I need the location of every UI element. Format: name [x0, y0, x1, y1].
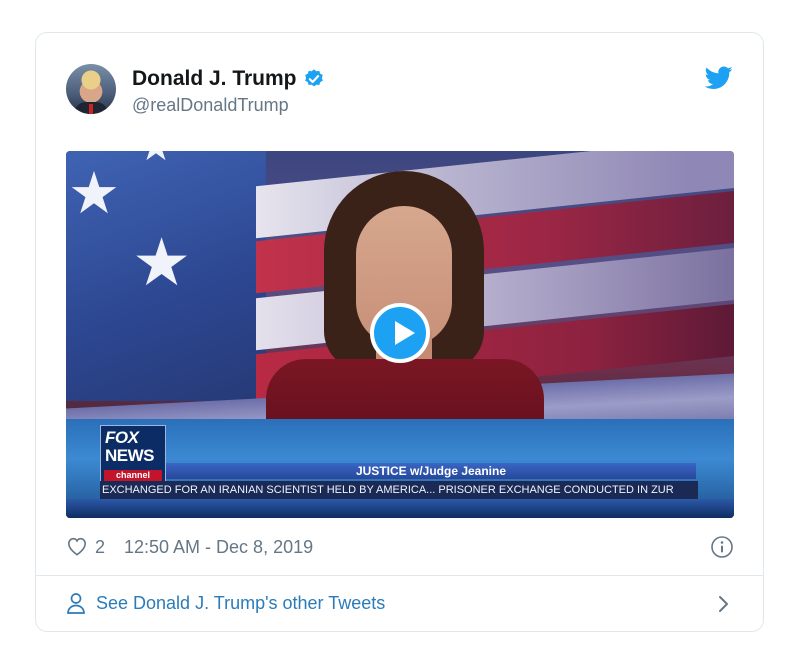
author-name[interactable]: Donald J. Trump [132, 67, 297, 91]
author-name-row[interactable]: Donald J. Trump [132, 67, 325, 91]
heart-icon[interactable] [66, 536, 88, 556]
see-other-tweets-link[interactable]: See Donald J. Trump's other Tweets [36, 576, 763, 632]
lower-third-strip [66, 499, 734, 518]
logo-news-text: NEWS [105, 446, 155, 465]
news-ticker: EXCHANGED FOR AN IRANIAN SCIENTIST HELD … [100, 481, 698, 499]
tweet-meta: 2 12:50 AM - Dec 8, 2019 [66, 533, 734, 561]
star-shape: ★ [68, 161, 120, 226]
tweet-timestamp[interactable]: 12:50 AM - Dec 8, 2019 [124, 537, 313, 558]
logo-channel-text: channel [104, 470, 162, 481]
see-other-tweets-label[interactable]: See Donald J. Trump's other Tweets [96, 593, 385, 614]
like-count[interactable]: 2 [95, 537, 105, 558]
person-icon [67, 593, 85, 614]
star-shape: ★ [138, 151, 174, 167]
star-shape: ★ [132, 225, 192, 299]
avatar[interactable] [66, 64, 116, 114]
author-handle[interactable]: @realDonaldTrump [132, 95, 289, 116]
show-title-bar: JUSTICE w/Judge Jeanine [166, 463, 696, 479]
play-icon[interactable] [370, 303, 430, 363]
tweet-card: Donald J. Trump @realDonaldTrump ★ ★ ★ F… [35, 32, 764, 632]
info-icon[interactable] [710, 535, 734, 559]
twitter-bird-icon[interactable] [705, 66, 733, 90]
chevron-right-icon[interactable] [717, 595, 729, 613]
tweet-header: Donald J. Trump @realDonaldTrump [36, 33, 763, 133]
video-player[interactable]: ★ ★ ★ FOX NEWS channel JUSTICE w/Judge J… [66, 151, 734, 518]
logo-fox-text: FOX [105, 428, 139, 447]
avatar-tie [89, 104, 93, 114]
news-lower-third: FOX NEWS channel JUSTICE w/Judge Jeanine… [66, 419, 734, 518]
verified-badge-icon [304, 69, 323, 87]
fox-news-logo: FOX NEWS channel [100, 425, 166, 483]
